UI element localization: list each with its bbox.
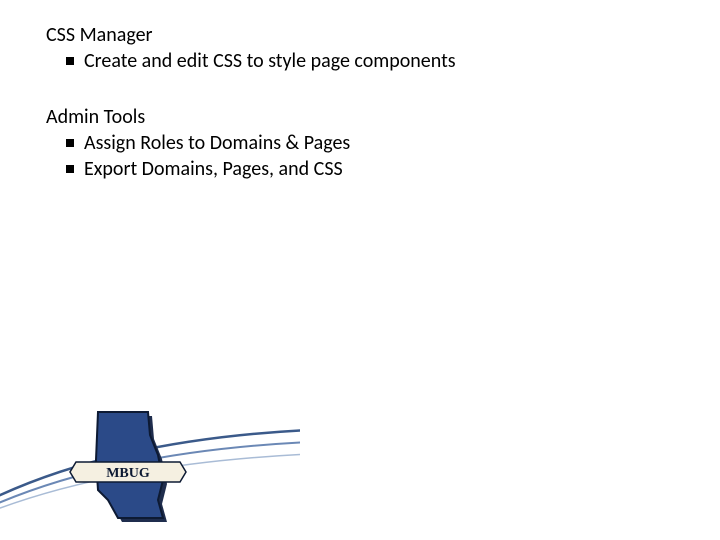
list-item: Export Domains, Pages, and CSS — [66, 156, 666, 182]
section-title-admin-tools: Admin Tools — [46, 104, 666, 130]
bullet-text: Assign Roles to Domains & Pages — [84, 131, 350, 155]
mbug-logo: MBUG — [68, 400, 188, 530]
square-bullet-icon — [66, 165, 74, 173]
bullet-text: Create and edit CSS to style page compon… — [84, 49, 456, 73]
list-item: Assign Roles to Domains & Pages — [66, 130, 666, 156]
square-bullet-icon — [66, 139, 74, 147]
bullet-list-css-manager: Create and edit CSS to style page compon… — [66, 48, 666, 74]
list-item: Create and edit CSS to style page compon… — [66, 48, 666, 74]
square-bullet-icon — [66, 57, 74, 65]
section-gap — [46, 74, 666, 104]
slide-content: CSS Manager Create and edit CSS to style… — [46, 22, 666, 182]
logo-banner-text: MBUG — [106, 466, 150, 481]
bullet-text: Export Domains, Pages, and CSS — [84, 157, 343, 181]
section-title-css-manager: CSS Manager — [46, 22, 666, 48]
bullet-list-admin-tools: Assign Roles to Domains & Pages Export D… — [66, 130, 666, 182]
